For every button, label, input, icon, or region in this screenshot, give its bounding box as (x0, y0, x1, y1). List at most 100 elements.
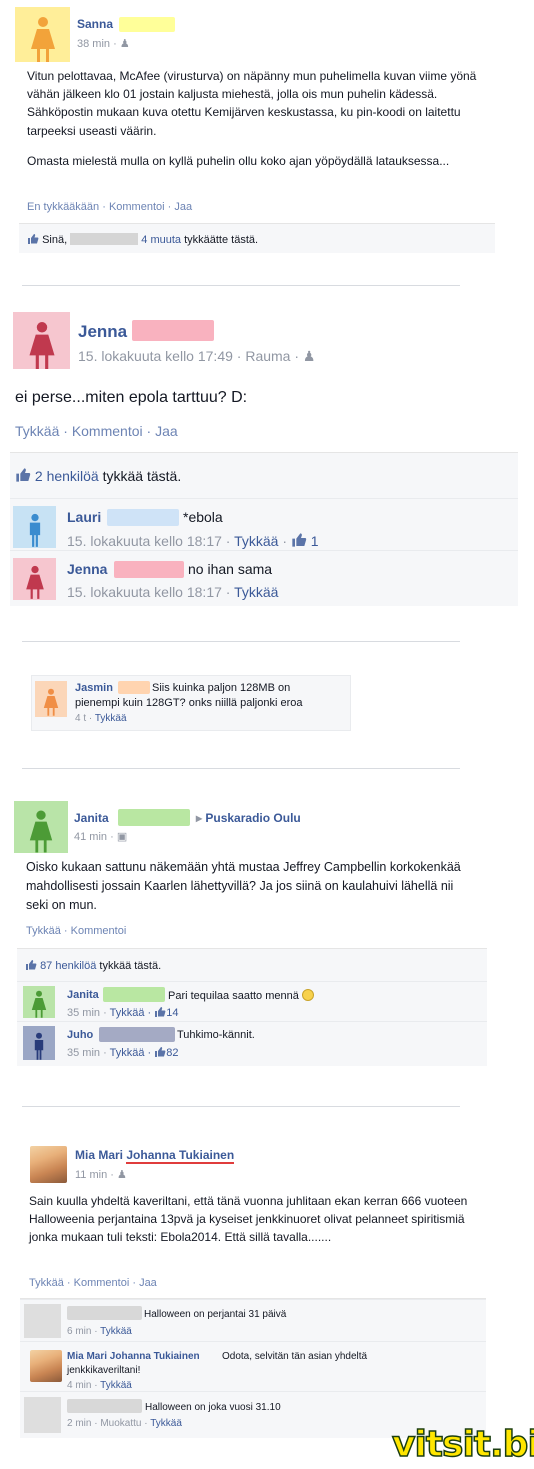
comment-link[interactable]: Kommentoi (109, 201, 165, 213)
comments-area: Halloween on perjantai 31 päivä 6 min · … (20, 1298, 486, 1438)
female-silhouette-icon (31, 990, 47, 1018)
share-link[interactable]: Jaa (174, 201, 192, 213)
like-count[interactable]: 82 (166, 1047, 178, 1059)
author-name[interactable]: Sanna (77, 17, 113, 31)
likes-count-link[interactable]: 2 henkilöä (35, 468, 99, 484)
comment-meta: 35 min · Tykkää · 14 (67, 1007, 179, 1019)
post-text: Vitun pelottavaa, McAfee (virusturva) on… (27, 69, 477, 138)
separator (22, 1106, 460, 1107)
female-silhouette-icon (29, 810, 53, 853)
post-time: 11 min · ♟ (75, 1169, 127, 1181)
avatar-photo[interactable] (30, 1350, 62, 1382)
comment-author[interactable]: Mia Mari Johanna Tukiainen (67, 1351, 200, 1362)
like-count[interactable]: 14 (166, 1007, 178, 1019)
target-group[interactable]: ▸ Puskaradio Oulu (196, 811, 301, 825)
redacted-name (67, 1306, 142, 1320)
like-link[interactable]: Tykkää · (110, 1007, 152, 1019)
author-name[interactable]: Mia Mari Johanna Tukiainen (75, 1148, 235, 1164)
comment-text: Odota, selvitän tän asian yhdeltä (222, 1351, 368, 1362)
like-link[interactable]: Tykkää (26, 925, 61, 937)
friends-icon: ♟ (302, 348, 316, 364)
like-link[interactable]: Tykkää (100, 1326, 132, 1337)
friends-icon: ♟ (116, 1169, 127, 1181)
like-link[interactable]: Tykkää (15, 423, 59, 439)
avatar-photo[interactable] (30, 1146, 67, 1183)
redacted-name (118, 809, 190, 826)
comment: Lauri *ebola 15. lokakuuta kello 18:17 ·… (10, 498, 518, 550)
comment-meta: 15. lokakuuta kello 18:17 · Tykkää (67, 584, 279, 600)
avatar[interactable] (13, 558, 56, 600)
avatar[interactable] (23, 986, 55, 1018)
comment-text: no ihan sama (188, 561, 273, 577)
share-link[interactable]: Jaa (155, 423, 178, 439)
comment-link[interactable]: Kommentoi (74, 1277, 130, 1289)
male-silhouette-icon (34, 1032, 44, 1060)
redacted-name (107, 509, 179, 526)
author-name[interactable]: Janita (74, 811, 109, 825)
comment-author[interactable]: Lauri (67, 509, 101, 525)
like-link[interactable]: Tykkää (95, 713, 127, 724)
comment-text: Halloween on perjantai 31 päivä (144, 1309, 287, 1320)
redacted-name (67, 1399, 142, 1413)
comment-link[interactable]: Kommentoi (72, 423, 143, 439)
redacted-name (103, 987, 165, 1002)
post-actions: Tykkää · Kommentoi (26, 925, 127, 937)
like-link[interactable]: Tykkää · (110, 1047, 152, 1059)
thumbs-up-icon (292, 533, 307, 547)
arrow-right-icon: ▸ (196, 811, 203, 825)
comment: Janita Pari tequilaa saatto mennä 35 min… (17, 981, 487, 1021)
share-link[interactable]: Jaa (139, 1277, 157, 1289)
post-text: Sain kuulla yhdeltä kaveriltani, että tä… (29, 1194, 468, 1245)
post-actions: Tykkää · Kommentoi · Jaa (29, 1277, 157, 1289)
comment-author[interactable]: Jasmin (75, 682, 113, 694)
comment-text: Pari tequilaa saatto mennä (168, 989, 314, 1002)
avatar[interactable] (35, 681, 67, 717)
comment-meta: 4 min · Tykkää (67, 1380, 132, 1391)
redacted-name (118, 681, 150, 694)
comment-author[interactable]: Juho (67, 1029, 93, 1041)
like-link[interactable]: Tykkää (234, 533, 278, 549)
redacted-name (114, 561, 184, 578)
page-icon: ▣ (116, 831, 128, 843)
comment-author[interactable]: Jenna (67, 561, 107, 577)
comment-meta: 15. lokakuuta kello 18:17 · Tykkää · 1 (67, 533, 319, 549)
like-link[interactable]: Tykkää (29, 1277, 64, 1289)
like-link[interactable]: Tykkää (100, 1380, 132, 1391)
separator (22, 285, 460, 286)
post-mia-mari: Mia Mari Johanna Tukiainen 11 min · ♟ Sa… (20, 1138, 490, 1438)
comment-text: Tuhkimo-kännit. (177, 1029, 255, 1041)
like-link[interactable]: Tykkää (234, 584, 278, 600)
author-name[interactable]: Jenna (78, 322, 127, 342)
avatar[interactable] (13, 506, 56, 548)
likes-bar: 2 henkilöä tykkää tästä. Lauri *ebola 15… (10, 452, 518, 606)
post-sanna: Sanna 38 min · ♟ Vitun pelottavaa, McAfe… (15, 5, 510, 257)
post-time: 41 min · ▣ (74, 831, 128, 843)
post-janita: Janita ▸ Puskaradio Oulu 41 min · ▣ Oisk… (12, 796, 490, 1068)
comment-link[interactable]: Kommentoi (71, 925, 127, 937)
avatar[interactable] (13, 312, 70, 369)
post-text: ei perse...miten epola tarttuu? D: (15, 389, 248, 406)
female-silhouette-icon (28, 322, 55, 369)
likes-suffix: tykkää tästä. (99, 960, 162, 972)
male-silhouette-icon (29, 513, 40, 547)
post-time: 38 min · ♟ (77, 38, 130, 50)
thumbs-up-icon (155, 1047, 166, 1057)
redacted-name (119, 17, 175, 32)
redacted-name (99, 1027, 175, 1042)
like-link[interactable]: Tykkää (150, 1418, 182, 1429)
avatar[interactable] (15, 7, 70, 62)
post-jenna: Jenna 15. lokakuuta kello 17:49 · Rauma … (10, 305, 518, 606)
avatar[interactable] (24, 1304, 61, 1338)
comment-author[interactable]: Janita (67, 989, 99, 1001)
post-text: Oisko kukaan sattunu näkemään yhtä musta… (26, 860, 461, 912)
avatar[interactable] (14, 801, 68, 853)
thumbs-up-icon (26, 960, 37, 970)
like-count[interactable]: 1 (311, 533, 319, 549)
avatar[interactable] (24, 1397, 61, 1433)
thumbs-up-icon (155, 1007, 166, 1017)
likes-others-link[interactable]: 4 muuta (141, 234, 181, 246)
likes-count-link[interactable]: 87 henkilöä (40, 960, 96, 972)
comment-text-2: jenkkikaveriltani! (67, 1365, 141, 1376)
unlike-link[interactable]: En tykkääkään (27, 201, 99, 213)
avatar[interactable] (23, 1026, 55, 1060)
